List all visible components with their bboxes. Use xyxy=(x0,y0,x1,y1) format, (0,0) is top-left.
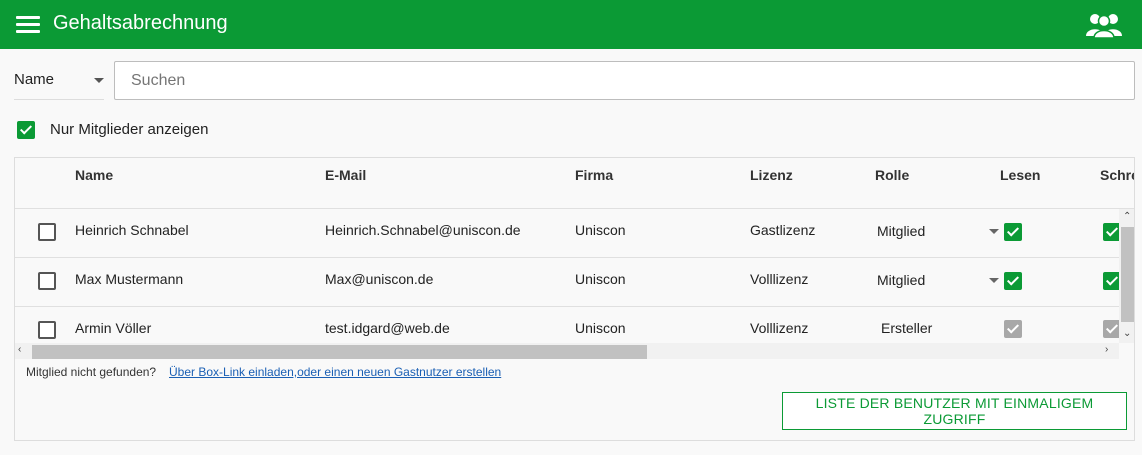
member-rolle: Ersteller xyxy=(881,320,933,336)
scroll-down-icon[interactable]: ⌄ xyxy=(1123,329,1131,339)
member-name: Heinrich Schnabel xyxy=(75,222,189,238)
column-header-schreiben[interactable]: Schre xyxy=(1100,167,1134,183)
member-name: Armin Völler xyxy=(75,320,152,336)
members-only-checkbox[interactable] xyxy=(17,121,35,139)
member-rolle: Mitglied xyxy=(877,223,926,239)
member-lizenz: Gastlizenz xyxy=(750,222,816,238)
onetime-users-list-button[interactable]: LISTE DER BENUTZER MIT EINMALIGEM ZUGRIF… xyxy=(782,392,1127,430)
invite-link[interactable]: Über Box-Link einladen,oder einen neuen … xyxy=(169,365,501,379)
column-header-lesen[interactable]: Lesen xyxy=(1000,167,1040,183)
member-lizenz: Volllizenz xyxy=(750,320,809,336)
filter-field-value: Name xyxy=(14,71,55,88)
scroll-left-icon[interactable]: ‹ xyxy=(18,345,21,355)
column-header-rolle[interactable]: Rolle xyxy=(875,167,909,183)
member-name: Max Mustermann xyxy=(75,271,184,287)
member-firma: Uniscon xyxy=(575,222,626,238)
filter-field-select[interactable]: Name xyxy=(14,62,104,100)
table-row: Heinrich Schnabel Heinrich.Schnabel@unis… xyxy=(15,209,1119,258)
role-dropdown-icon[interactable] xyxy=(989,229,999,234)
vertical-scrollbar[interactable]: ⌃ ⌄ xyxy=(1119,209,1134,343)
table-row: Max Mustermann Max@uniscon.de Uniscon Vo… xyxy=(15,258,1119,307)
search-input[interactable] xyxy=(114,61,1135,100)
row-select-checkbox[interactable] xyxy=(38,321,56,339)
member-not-found-text: Mitglied nicht gefunden? xyxy=(26,365,157,379)
members-only-label: Nur Mitglieder anzeigen xyxy=(50,121,209,138)
member-email: Heinrich.Schnabel@uniscon.de xyxy=(325,222,521,238)
row-select-checkbox[interactable] xyxy=(38,223,56,241)
members-table-panel: Name E-Mail Firma Lizenz Rolle Lesen Sch… xyxy=(14,157,1135,441)
scroll-right-icon[interactable]: › xyxy=(1105,345,1108,355)
role-dropdown-icon[interactable] xyxy=(989,278,999,283)
member-rolle: Mitglied xyxy=(877,272,926,288)
lesen-checkbox[interactable] xyxy=(1004,272,1022,290)
column-header-lizenz[interactable]: Lizenz xyxy=(750,167,793,183)
vertical-scroll-thumb[interactable] xyxy=(1121,227,1134,322)
member-lizenz: Volllizenz xyxy=(750,271,809,287)
scroll-up-icon[interactable]: ⌃ xyxy=(1123,212,1131,222)
page-title: Gehaltsabrechnung xyxy=(53,12,228,34)
table-header: Name E-Mail Firma Lizenz Rolle Lesen Sch… xyxy=(15,158,1134,209)
lesen-checkbox[interactable] xyxy=(1004,223,1022,241)
column-header-name[interactable]: Name xyxy=(75,167,113,183)
users-group-icon[interactable] xyxy=(1086,12,1122,38)
member-email: Max@uniscon.de xyxy=(325,271,434,287)
lesen-checkbox-disabled xyxy=(1004,320,1022,338)
column-header-email[interactable]: E-Mail xyxy=(325,167,366,183)
table-body: Heinrich Schnabel Heinrich.Schnabel@unis… xyxy=(15,209,1119,343)
schreiben-checkbox[interactable] xyxy=(1103,272,1119,290)
member-firma: Uniscon xyxy=(575,271,626,287)
hamburger-menu-icon[interactable] xyxy=(16,16,40,34)
chevron-down-icon xyxy=(94,78,104,83)
row-select-checkbox[interactable] xyxy=(38,272,56,290)
horizontal-scrollbar[interactable]: ‹ › xyxy=(15,343,1119,359)
table-row: Armin Völler test.idgard@web.de Uniscon … xyxy=(15,307,1119,343)
app-header: Gehaltsabrechnung xyxy=(0,0,1142,49)
member-firma: Uniscon xyxy=(575,320,626,336)
horizontal-scroll-thumb[interactable] xyxy=(32,345,647,359)
column-header-firma[interactable]: Firma xyxy=(575,167,613,183)
member-email: test.idgard@web.de xyxy=(325,320,450,336)
schreiben-checkbox-disabled xyxy=(1103,320,1119,338)
schreiben-checkbox[interactable] xyxy=(1103,223,1119,241)
